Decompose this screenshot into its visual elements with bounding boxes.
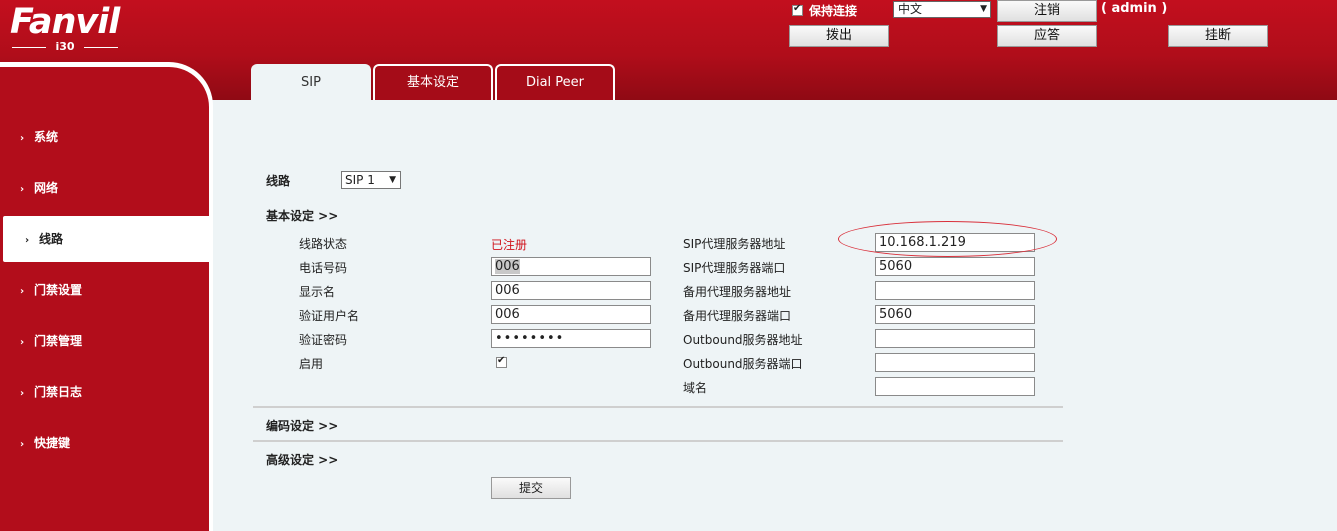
auth-password-input[interactable]: ••••••••: [491, 329, 651, 348]
sip-proxy-port-input[interactable]: 5060: [875, 257, 1035, 276]
admin-label: ( admin ): [1101, 1, 1168, 16]
enable-label: 启用: [299, 357, 324, 371]
dial-out-button[interactable]: 拨出: [789, 25, 889, 47]
tab-sip[interactable]: SIP: [251, 64, 371, 100]
backup-proxy-address-input[interactable]: [875, 281, 1035, 300]
logo-text: Fanvil: [10, 2, 120, 42]
domain-input[interactable]: [875, 377, 1035, 396]
sidebar-item-label: 网络: [34, 181, 59, 195]
line-status-value: 已注册: [491, 238, 528, 252]
phone-number-value: 006: [495, 259, 520, 274]
chevron-right-icon: ›: [20, 337, 25, 348]
domain-label: 域名: [683, 381, 708, 395]
sidebar-item-access-settings[interactable]: › 门禁设置: [0, 267, 209, 313]
keep-connection[interactable]: 保持连接: [792, 2, 857, 19]
advanced-settings-section[interactable]: 高级设定 >>: [266, 451, 338, 468]
display-name-input[interactable]: 006: [491, 281, 651, 300]
sidebar-item-label: 门禁日志: [34, 385, 83, 399]
backup-proxy-port-label: 备用代理服务器端口: [683, 309, 792, 323]
logout-button[interactable]: 注销: [997, 0, 1097, 22]
outbound-port-label: Outbound服务器端口: [683, 357, 803, 371]
sip-proxy-address-label: SIP代理服务器地址: [683, 237, 786, 251]
submit-button[interactable]: 提交: [491, 477, 571, 499]
outbound-port-input[interactable]: [875, 353, 1035, 372]
sidebar-item-access-management[interactable]: › 门禁管理: [0, 318, 209, 364]
line-status-label: 线路状态: [299, 237, 348, 251]
chevron-right-icon: ›: [20, 439, 25, 450]
fanvil-logo: Fanvil i30: [10, 2, 120, 53]
sip-proxy-port-label: SIP代理服务器端口: [683, 261, 786, 275]
model-label: i30: [10, 41, 120, 53]
enable-checkbox[interactable]: [496, 355, 507, 368]
outbound-address-input[interactable]: [875, 329, 1035, 348]
sidebar-item-network[interactable]: › 网络: [0, 165, 209, 211]
dropdown-arrow-icon: ▼: [980, 4, 987, 14]
sidebar-item-label: 快捷键: [34, 436, 71, 450]
section-divider: [253, 440, 1063, 442]
basic-settings-section[interactable]: 基本设定 >>: [266, 207, 338, 224]
backup-proxy-address-label: 备用代理服务器地址: [683, 285, 792, 299]
chevron-right-icon: ›: [20, 286, 25, 297]
outbound-address-label: Outbound服务器地址: [683, 333, 803, 347]
sidebar: › 系统 › 网络 › 线路 › 门禁设置 › 门禁管理 › 门禁日志 › 快捷键: [0, 62, 213, 531]
chevron-right-icon: ›: [25, 235, 30, 246]
line-label: 线路: [266, 174, 291, 188]
sidebar-item-label: 门禁管理: [34, 334, 83, 348]
auth-password-label: 验证密码: [299, 333, 348, 347]
auth-username-label: 验证用户名: [299, 309, 360, 323]
codec-settings-section[interactable]: 编码设定 >>: [266, 417, 338, 434]
sidebar-menu: › 系统 › 网络 › 线路 › 门禁设置 › 门禁管理 › 门禁日志 › 快捷键: [0, 67, 209, 531]
sidebar-item-access-log[interactable]: › 门禁日志: [0, 369, 209, 415]
backup-proxy-port-input[interactable]: 5060: [875, 305, 1035, 324]
keep-connection-checkbox[interactable]: [792, 3, 803, 16]
sidebar-item-system[interactable]: › 系统: [0, 114, 209, 160]
highlight-ellipse: [838, 221, 1057, 257]
language-select[interactable]: 中文 ▼: [893, 1, 991, 18]
phone-number-input[interactable]: 006: [491, 257, 651, 276]
sidebar-item-line[interactable]: › 线路: [3, 216, 209, 262]
language-value: 中文: [898, 2, 923, 16]
chevron-right-icon: ›: [20, 388, 25, 399]
dropdown-arrow-icon: ▼: [389, 175, 396, 185]
sidebar-item-label: 门禁设置: [34, 283, 83, 297]
phone-number-label: 电话号码: [299, 261, 348, 275]
keep-connection-label: 保持连接: [809, 4, 858, 18]
answer-button[interactable]: 应答: [997, 25, 1097, 47]
sidebar-item-label: 线路: [39, 232, 64, 246]
auth-username-input[interactable]: 006: [491, 305, 651, 324]
chevron-right-icon: ›: [20, 184, 25, 195]
tab-dial-peer[interactable]: Dial Peer: [495, 64, 615, 100]
section-divider: [253, 406, 1063, 408]
line-select-value: SIP 1: [345, 173, 375, 187]
hangup-button[interactable]: 挂断: [1168, 25, 1268, 47]
line-select[interactable]: SIP 1 ▼: [341, 171, 401, 189]
chevron-right-icon: ›: [20, 133, 25, 144]
sidebar-item-label: 系统: [34, 130, 59, 144]
display-name-label: 显示名: [299, 285, 336, 299]
sidebar-item-shortcut-keys[interactable]: › 快捷键: [0, 420, 209, 466]
tab-basic-settings[interactable]: 基本设定: [373, 64, 493, 100]
